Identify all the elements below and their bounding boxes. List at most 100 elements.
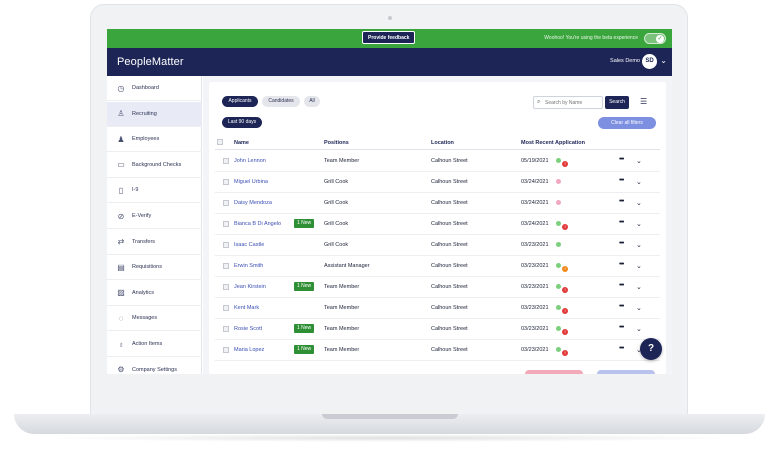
row-checkbox[interactable] xyxy=(223,242,229,248)
search-button[interactable]: Search xyxy=(605,96,629,109)
select-all-checkbox[interactable] xyxy=(217,139,223,145)
more-options-icon[interactable]: ••• xyxy=(619,345,624,352)
sidebar-item-background-checks[interactable]: ▭ Background Checks xyxy=(107,153,202,178)
provide-feedback-button[interactable]: Provide feedback xyxy=(362,31,416,44)
sidebar-item-i-9[interactable]: ▯ I-9 xyxy=(107,178,202,204)
applicant-name-link[interactable]: Daisy Mendoza xyxy=(234,200,272,206)
location-cell: Calhoun Street xyxy=(431,263,468,269)
tab-all[interactable]: All xyxy=(304,96,320,107)
chevron-down-icon[interactable]: ⌄ xyxy=(660,56,667,65)
brand-logo[interactable]: PeopleMatter xyxy=(117,56,184,68)
column-name[interactable]: Name xyxy=(234,140,249,146)
tab-candidates[interactable]: Candidates xyxy=(262,96,300,107)
help-button[interactable]: ? xyxy=(640,338,662,360)
more-options-icon[interactable]: ••• xyxy=(619,156,624,163)
more-options-icon[interactable]: ••• xyxy=(619,240,624,247)
table-row[interactable]: Jean Kirstein 1 New Team Member Calhoun Str… xyxy=(215,277,660,298)
status-dot-icon xyxy=(556,347,561,352)
location-cell: Calhoun Street xyxy=(431,242,468,248)
table-row[interactable]: Kent Mark Team Member Calhoun Street 03/23/… xyxy=(215,298,660,319)
column-positions[interactable]: Positions xyxy=(324,140,349,146)
user-name[interactable]: Sales Demo xyxy=(610,58,640,64)
applicant-name-link[interactable]: Bianca B Di Angelo xyxy=(234,221,281,227)
tab-applicants[interactable]: Applicants xyxy=(222,96,258,107)
location-cell: Calhoun Street xyxy=(431,221,468,227)
table-row[interactable]: Erwin Smith Assistant Manager Calhoun Stre… xyxy=(215,256,660,277)
clear-filters-button[interactable]: Clear all filters xyxy=(598,117,656,129)
sidebar-item-employees[interactable]: ♟ Employees xyxy=(107,127,202,153)
table-row[interactable]: Bianca B Di Angelo 1 New Grill Cook Calhoun… xyxy=(215,214,660,235)
alert-icon: ! xyxy=(562,287,568,293)
table-row[interactable]: Maria Lopez 1 New Team Member Calhoun Stree… xyxy=(215,340,660,361)
sidebar-item-requisitions[interactable]: ▤ Requisitions xyxy=(107,255,202,281)
applicant-name-link[interactable]: Kent Mark xyxy=(234,305,259,311)
row-checkbox[interactable] xyxy=(223,284,229,290)
sidebar-item-dashboard[interactable]: ◷ Dashboard xyxy=(107,76,202,101)
avatar[interactable]: SD xyxy=(642,54,657,69)
applicant-name-link[interactable]: Isaac Castle xyxy=(234,242,264,248)
row-checkbox[interactable] xyxy=(223,326,229,332)
search-input[interactable] xyxy=(545,99,601,107)
search-box: ⌕ xyxy=(533,96,603,109)
more-options-icon[interactable]: ••• xyxy=(619,324,624,331)
more-options-icon[interactable]: ••• xyxy=(619,177,624,184)
date-range-filter[interactable]: Last 90 days xyxy=(222,117,262,128)
applicant-name-link[interactable]: Miguel Urbina xyxy=(234,179,268,185)
more-options-icon[interactable]: ••• xyxy=(619,282,624,289)
column-most-recent-application[interactable]: Most Recent Application xyxy=(521,140,585,146)
sidebar-item-action-items[interactable]: ♁ Action Items xyxy=(107,332,202,357)
table-row[interactable]: Rosie Scott 1 New Team Member Calhoun Stree… xyxy=(215,319,660,340)
row-checkbox[interactable] xyxy=(223,200,229,206)
row-checkbox[interactable] xyxy=(223,158,229,164)
chevron-down-icon[interactable]: ⌄ xyxy=(636,157,642,165)
sidebar-item-transfers[interactable]: ⇄ Transfers xyxy=(107,230,202,255)
table-row[interactable]: Miguel Urbina Grill Cook Calhoun Street 03/… xyxy=(215,172,660,193)
chevron-down-icon[interactable]: ⌄ xyxy=(636,262,642,270)
bottom-action-button[interactable] xyxy=(597,370,655,374)
sidebar-item-recruiting[interactable]: ♙ Recruiting xyxy=(107,101,202,127)
application-date-cell: 03/24/2021 xyxy=(521,221,549,227)
position-cell: Team Member xyxy=(324,326,360,332)
chevron-down-icon[interactable]: ⌄ xyxy=(636,199,642,207)
applicant-name-link[interactable]: Rosie Scott xyxy=(234,326,262,332)
position-cell: Team Member xyxy=(324,305,360,311)
table-row[interactable]: Daisy Mendoza Grill Cook Calhoun Street 03/… xyxy=(215,193,660,214)
position-cell: Assistant Manager xyxy=(324,263,370,269)
row-checkbox[interactable] xyxy=(223,305,229,311)
row-checkbox[interactable] xyxy=(223,347,229,353)
beta-toggle[interactable]: ✓ xyxy=(644,33,666,44)
sidebar-item-label: Transfers xyxy=(132,238,156,245)
applicant-name-link[interactable]: John Lennon xyxy=(234,158,266,164)
column-location[interactable]: Location xyxy=(431,140,454,146)
sidebar-item-messages[interactable]: ◌ Messages xyxy=(107,306,202,332)
chevron-down-icon[interactable]: ⌄ xyxy=(636,241,642,249)
laptop-shadow xyxy=(40,434,740,442)
main-content: Applicants Candidates All Last 90 days ⌕… xyxy=(203,76,672,374)
row-checkbox[interactable] xyxy=(223,179,229,185)
applicants-panel: Applicants Candidates All Last 90 days ⌕… xyxy=(209,82,666,374)
row-checkbox[interactable] xyxy=(223,221,229,227)
applicant-name-link[interactable]: Maria Lopez xyxy=(234,347,264,353)
application-date-cell: 03/24/2021 xyxy=(521,200,549,206)
bottom-action-button[interactable] xyxy=(525,370,583,374)
more-options-icon[interactable]: ••• xyxy=(619,303,624,310)
more-options-icon[interactable]: ••• xyxy=(619,261,624,268)
filter-icon[interactable]: ☰ xyxy=(640,97,647,106)
applicant-name-link[interactable]: Erwin Smith xyxy=(234,263,263,269)
sidebar-item-company-settings[interactable]: ⚙ Company Settings xyxy=(107,358,202,374)
more-options-icon[interactable]: ••• xyxy=(619,198,624,205)
alert-icon: ! xyxy=(562,350,568,356)
chevron-down-icon[interactable]: ⌄ xyxy=(636,325,642,333)
table-row[interactable]: John Lennon Team Member Calhoun Street 05/1… xyxy=(215,151,660,172)
chevron-down-icon[interactable]: ⌄ xyxy=(636,178,642,186)
chevron-down-icon[interactable]: ⌄ xyxy=(636,283,642,291)
more-options-icon[interactable]: ••• xyxy=(619,219,624,226)
sidebar-item-analytics[interactable]: ▨ Analytics xyxy=(107,281,202,306)
row-checkbox[interactable] xyxy=(223,263,229,269)
chevron-down-icon[interactable]: ⌄ xyxy=(636,304,642,312)
chevron-down-icon[interactable]: ⌄ xyxy=(636,220,642,228)
table-row[interactable]: Isaac Castle Grill Cook Calhoun Street 03/2… xyxy=(215,235,660,256)
sidebar-item-e-verify[interactable]: ⊘ E-Verify xyxy=(107,204,202,229)
applicant-name-link[interactable]: Jean Kirstein xyxy=(234,284,266,290)
location-cell: Calhoun Street xyxy=(431,347,468,353)
